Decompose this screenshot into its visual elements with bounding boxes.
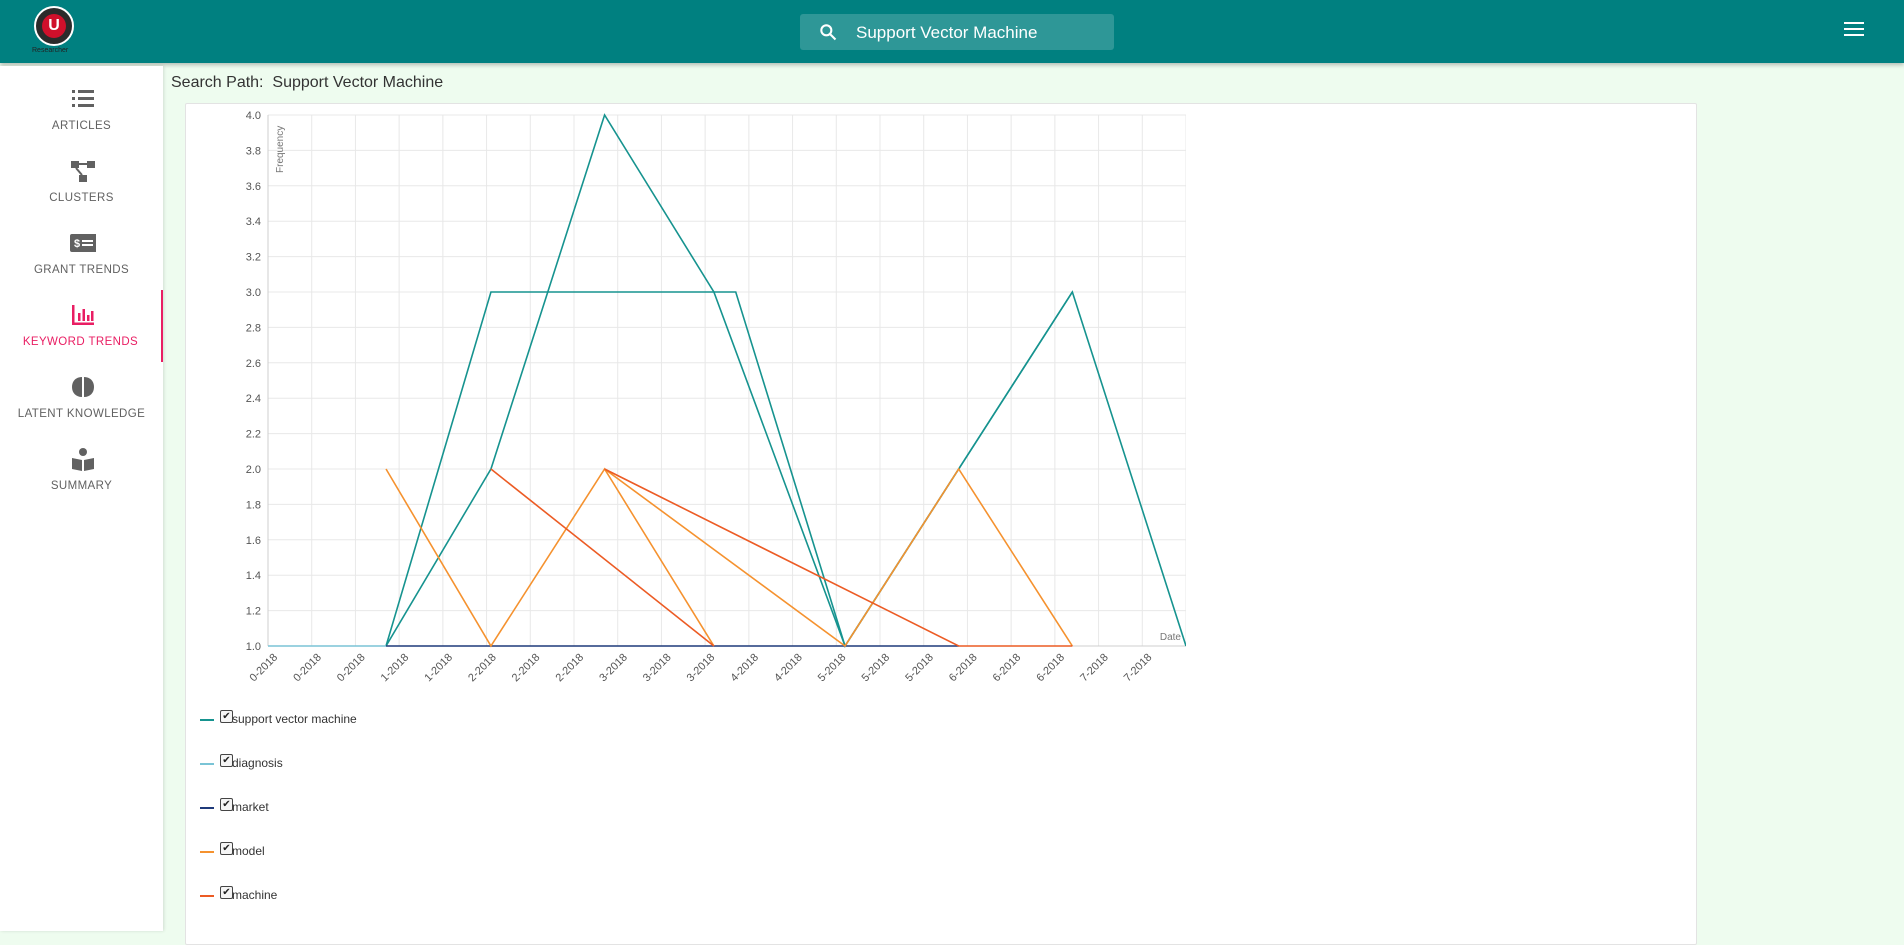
hamburger-menu-icon[interactable] [1844,22,1864,38]
y-tick-label: 2.2 [246,429,261,441]
sidebar-item-grant-trends[interactable]: $ GRANT TRENDS [0,218,163,290]
series-line-support-vector-machine [385,113,1074,648]
search-path: Search Path: Support Vector Machine [171,74,443,92]
series-line-model [604,467,1074,648]
logo-letter: U [42,14,66,38]
sidebar-item-label: ARTICLES [51,120,112,132]
series-line-model [385,467,715,648]
x-tick-label: 5-2018 [816,652,849,685]
sidebar-item-label: SUMMARY [50,480,113,492]
legend-swatch [200,807,214,809]
y-tick-label: 1.2 [246,606,261,618]
money-card-icon: $ [70,234,96,252]
search-icon [820,24,837,41]
search-path-value: Support Vector Machine [272,74,444,91]
y-axis-label: Frequency [275,126,286,173]
y-tick-label: 3.8 [246,145,261,157]
search-bar[interactable]: Support Vector Machine [800,14,1114,50]
legend-item[interactable]: ✔ diagnosis [200,752,400,772]
x-tick-label: 0-2018 [335,652,368,685]
x-tick-label: 0-2018 [248,652,281,685]
search-path-label: Search Path: [171,74,264,91]
sidebar-item-latent-knowledge[interactable]: LATENT KNOWLEDGE [0,362,163,434]
legend-swatch [200,719,214,721]
bar-chart-icon [72,305,94,325]
y-tick-label: 2.4 [246,393,261,405]
sidebar-item-label: CLUSTERS [49,192,114,204]
legend-label: model [232,844,265,858]
x-tick-label: 4-2018 [772,652,805,685]
chart-card: 1.0 1.2 1.4 1.6 1.8 2.0 2.2 2.4 2.6 2.8 3.0 3.2 3.4 3… [185,103,1697,945]
legend-item[interactable]: ✔ model [200,840,400,860]
x-axis-label: Date [1160,632,1182,643]
x-tick-label: 2-2018 [554,652,587,685]
app-logo[interactable]: U [34,6,74,46]
list-icon [72,90,94,107]
x-tick-label: 7-2018 [1122,652,1155,685]
keyword-trends-chart: 1.0 1.2 1.4 1.6 1.8 2.0 2.2 2.4 2.6 2.8 3.0 3.2 3.4 3… [246,110,1186,685]
search-input[interactable]: Support Vector Machine [856,23,1037,43]
legend-label: diagnosis [232,756,283,770]
legend-item[interactable]: ✔ support vector machine [200,708,400,728]
sidebar-item-summary[interactable]: SUMMARY [0,434,163,506]
x-tick-label: 4-2018 [728,652,761,685]
x-tick-label: 6-2018 [991,652,1024,685]
y-tick-label: 1.8 [246,499,261,511]
y-tick-label: 3.0 [246,287,261,299]
top-app-bar: U Researcher Support Vector Machine [0,0,1904,63]
sidebar-item-keyword-trends[interactable]: KEYWORD TRENDS [0,290,163,362]
y-tick-label: 2.0 [246,464,261,476]
x-tick-label: 5-2018 [860,652,893,685]
x-tick-label: 2-2018 [466,652,499,685]
y-tick-label: 4.0 [246,110,261,122]
sidebar: ARTICLES CLUSTERS $ GRANT TRENDS KEYWORD… [0,66,163,931]
y-tick-label: 1.0 [246,641,261,653]
x-tick-label: 5-2018 [903,652,936,685]
legend-label: machine [232,888,278,902]
legend-item[interactable]: ✔ machine [200,884,400,904]
series-line-machine [490,468,715,647]
brain-icon [72,377,94,397]
sidebar-item-label: LATENT KNOWLEDGE [17,408,146,420]
legend-label: support vector machine [232,712,357,726]
sidebar-item-articles[interactable]: ARTICLES [0,74,163,146]
y-tick-label: 3.6 [246,181,261,193]
legend-swatch [200,895,214,897]
x-tick-label: 7-2018 [1078,652,1111,685]
x-tick-label: 6-2018 [1034,652,1067,685]
legend-swatch [200,851,214,853]
y-tick-label: 3.4 [246,216,261,228]
y-tick-label: 1.4 [246,570,261,582]
x-tick-label: 2-2018 [510,652,543,685]
x-tick-label: 1-2018 [379,652,412,685]
svg-text:$: $ [74,238,81,250]
series-line-machine [604,468,1073,647]
legend-item[interactable]: ✔ market [200,796,400,816]
legend-swatch [200,763,214,765]
cluster-icon [71,161,95,182]
reader-icon [72,448,94,471]
y-tick-label: 2.6 [246,358,261,370]
x-tick-label: 0-2018 [291,652,324,685]
x-tick-label: 3-2018 [685,652,718,685]
y-tick-label: 3.2 [246,252,261,264]
sidebar-item-clusters[interactable]: CLUSTERS [0,146,163,218]
logo-text: Researcher [32,47,69,54]
sidebar-item-label: KEYWORD TRENDS [22,336,139,348]
sidebar-item-label: GRANT TRENDS [33,264,130,276]
legend-label: market [232,800,269,814]
x-tick-label: 6-2018 [947,652,980,685]
y-tick-label: 1.6 [246,535,261,547]
x-tick-label: 3-2018 [641,652,674,685]
x-tick-label: 3-2018 [597,652,630,685]
x-tick-label: 1-2018 [422,652,455,685]
y-tick-label: 2.8 [246,322,261,334]
